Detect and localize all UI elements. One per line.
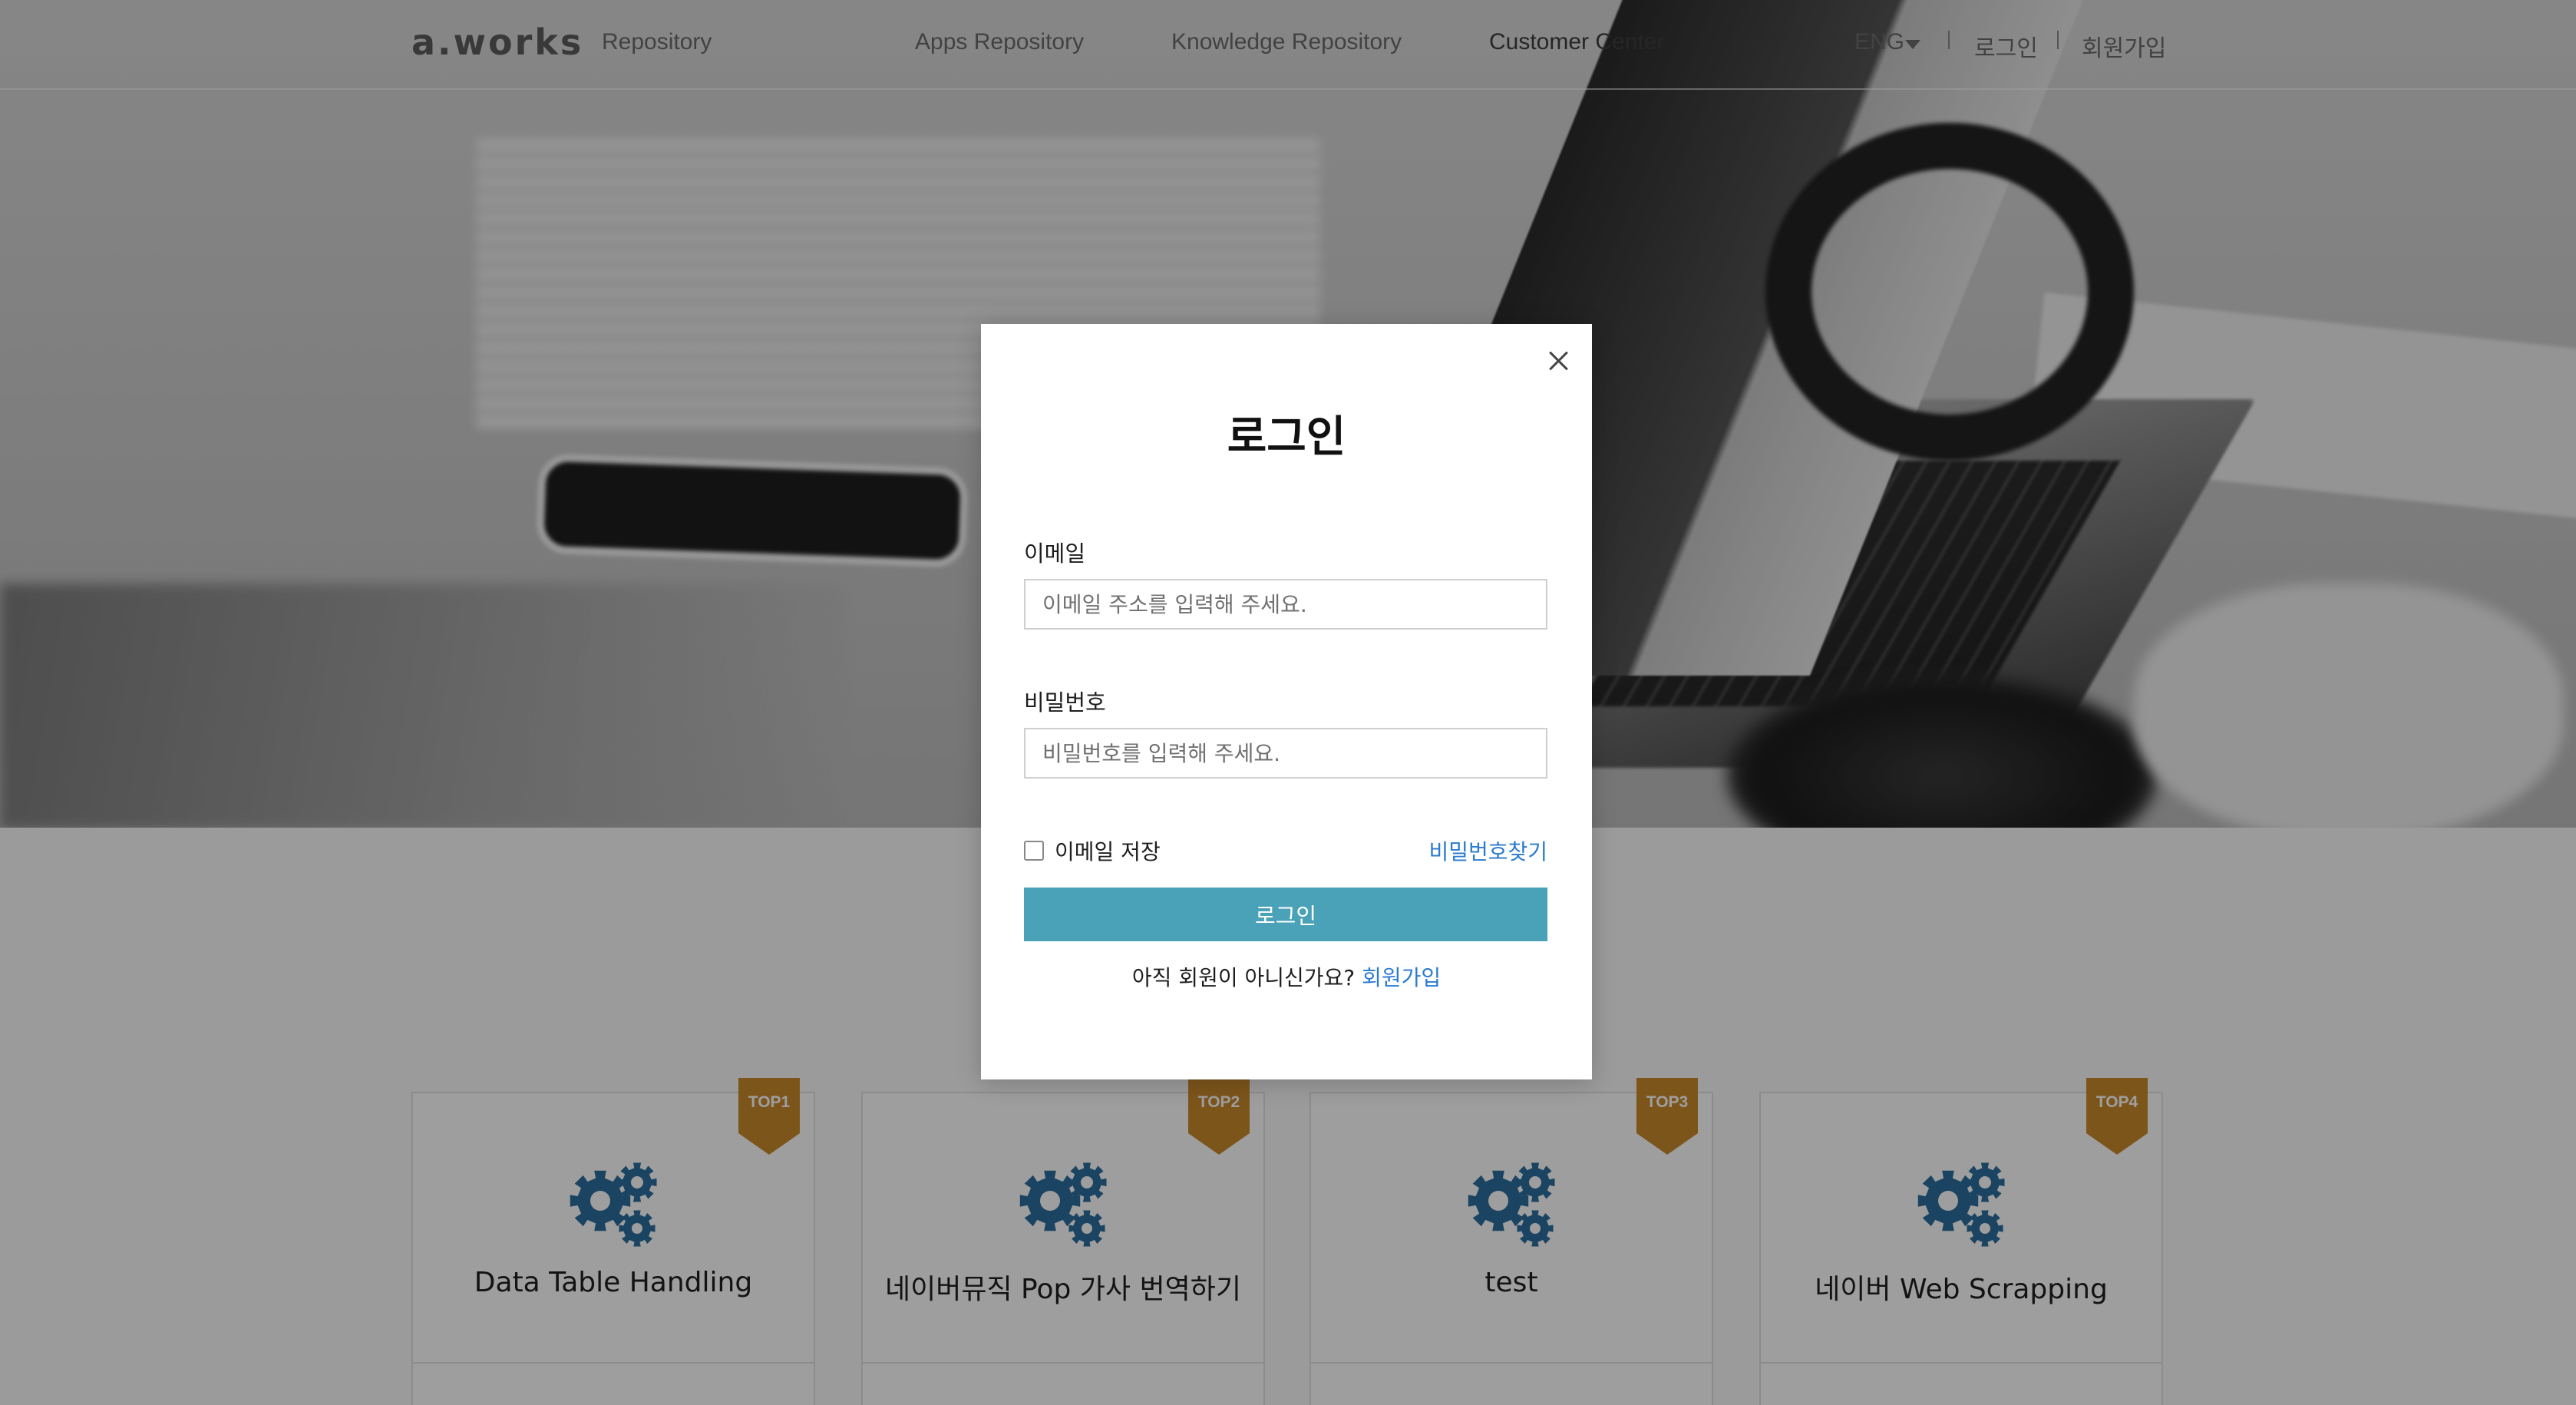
- remember-email-checkbox[interactable]: [1024, 841, 1044, 861]
- remember-email-label: 이메일 저장: [1055, 839, 1161, 864]
- password-label: 비밀번호: [1024, 689, 1106, 716]
- modal-title: 로그인: [1227, 412, 1346, 462]
- login-button[interactable]: 로그인: [1024, 888, 1547, 941]
- signup-link[interactable]: 회원가입: [1362, 965, 1441, 990]
- signup-prompt: 아직 회원이 아니신가요? 회원가입: [981, 961, 1592, 992]
- remember-email[interactable]: 이메일 저장: [1024, 835, 1161, 866]
- login-modal: 로그인 이메일 비밀번호 이메일 저장 비밀번호찾기 로그인 아직 회원이 아니…: [981, 324, 1592, 1079]
- email-field[interactable]: [1024, 579, 1547, 630]
- signup-prompt-text: 아직 회원이 아니신가요?: [1131, 965, 1356, 990]
- password-field[interactable]: [1024, 728, 1547, 779]
- find-password-link[interactable]: 비밀번호찾기: [1428, 835, 1547, 866]
- email-label: 이메일: [1024, 541, 1086, 567]
- close-icon[interactable]: [1543, 345, 1574, 376]
